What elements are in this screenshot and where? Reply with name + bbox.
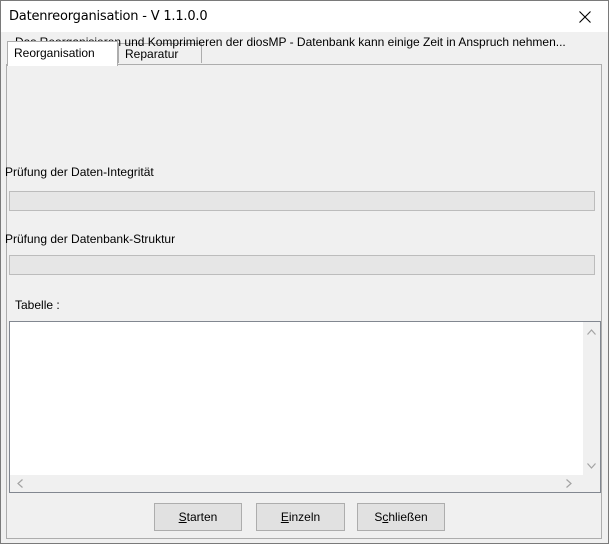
single-button[interactable]: Einzeln xyxy=(256,503,345,531)
close-button[interactable]: Sc hließen xyxy=(357,503,445,531)
integrity-progress-bar xyxy=(9,191,595,211)
table-listbox[interactable] xyxy=(9,321,601,493)
close-button-label-pre: S xyxy=(374,510,383,524)
single-button-mnemonic: E xyxy=(280,510,289,524)
horizontal-scrollbar[interactable] xyxy=(10,475,583,492)
structure-progress-bar xyxy=(9,255,595,275)
scroll-right-arrow-icon[interactable] xyxy=(566,479,572,491)
tab-reorganisation[interactable]: Reorganisation xyxy=(7,41,118,66)
app-window: Datenreorganisation - V 1.1.0.0 Reorgani… xyxy=(0,0,609,544)
start-button[interactable]: Starten xyxy=(154,503,242,531)
window-title: Datenreorganisation - V 1.1.0.0 xyxy=(9,9,208,24)
table-label: Tabelle : xyxy=(15,298,60,312)
scroll-down-arrow-icon[interactable] xyxy=(587,462,596,472)
scroll-up-arrow-icon[interactable] xyxy=(587,328,596,338)
title-bar: Datenreorganisation - V 1.1.0.0 xyxy=(1,1,608,32)
close-button-label-post: hließen xyxy=(388,510,428,524)
vertical-scrollbar[interactable] xyxy=(583,322,600,475)
integrity-check-label: Prüfung der Daten-Integrität xyxy=(5,165,154,179)
start-button-mnemonic: S xyxy=(178,510,187,524)
scroll-left-arrow-icon[interactable] xyxy=(17,479,23,491)
single-button-label-post: inzeln xyxy=(288,510,321,524)
structure-check-label: Prüfung der Datenbank-Struktur xyxy=(5,232,176,246)
scrollbar-corner xyxy=(583,475,600,492)
close-icon xyxy=(579,10,591,23)
close-window-button[interactable] xyxy=(562,1,608,32)
start-button-label-post: tarten xyxy=(186,510,218,524)
